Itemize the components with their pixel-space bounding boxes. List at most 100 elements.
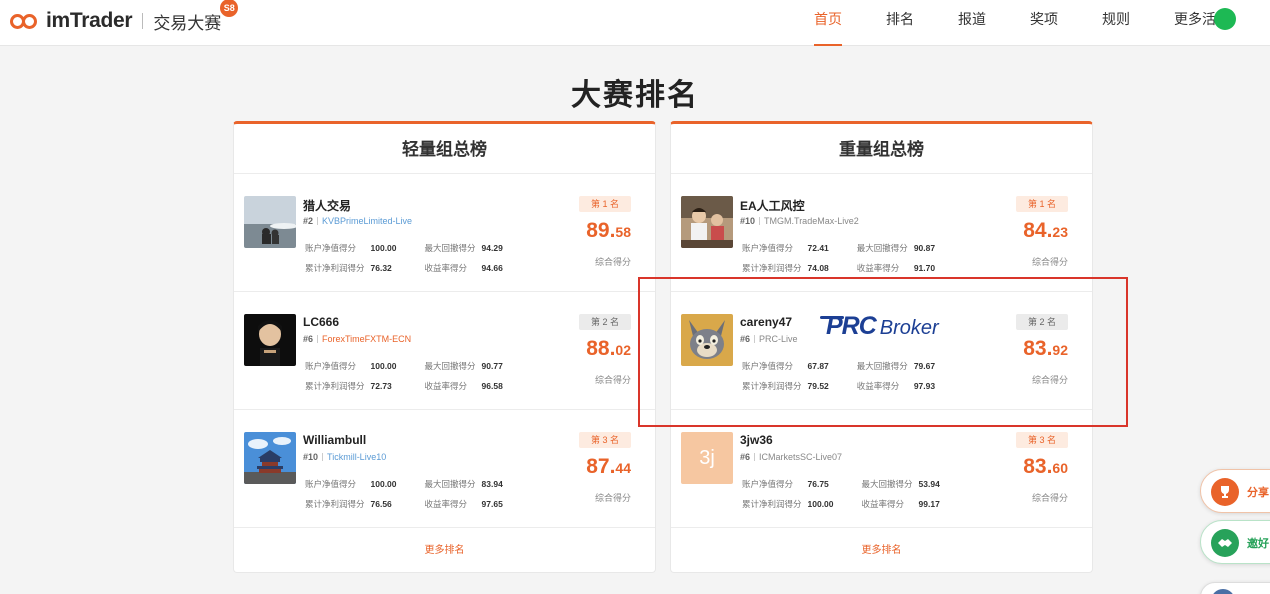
stat-label: 最大回撤得分 [861,479,913,489]
score-label: 综合得分 [1031,493,1068,503]
contest-name-text: 交易大赛 [153,13,222,33]
stat-label: 收益率得分 [424,263,468,273]
stat-label: 账户净值得分 [305,243,357,253]
rank-badge: 第 1 名 [579,196,631,212]
brand-name: imTrader [46,9,133,32]
divider [754,453,756,461]
avatar [244,432,296,484]
stat-value: 97.65 [481,499,503,509]
season-badge: S8 [220,0,239,17]
more-ranking-link[interactable]: 更多排名 [234,530,655,572]
board-row[interactable]: 猎人交易 #2 KVBPrimeLimited-Live 账户净值得分 100.00… [234,174,655,292]
account-server[interactable]: ForexTimeFXTM-ECN [322,334,411,344]
trader-number: #6 [740,452,751,462]
stat-value: 99.17 [918,499,940,509]
share-button[interactable]: 分享 [1200,469,1270,513]
score-breakdown: 账户净值得分 76.75 最大回撤得分 53.94 累计净利润得分 100.00 收益率得… [740,473,968,515]
trader-name: 3jw36 [740,433,773,447]
account-server[interactable]: TMGM.TradeMax-Live2 [764,216,859,226]
score-breakdown: 账户净值得分 100.00 最大回撤得分 90.77 累计净利润得分 72.73 收益率得… [303,355,531,397]
board-row[interactable]: EA人工风控 #10 TMGM.TradeMax-Live2 账户净值得分 72.4… [671,174,1092,292]
site-logo[interactable]: imTrader 交易大赛 S8 [10,0,239,34]
stat-label: 累计净利润得分 [305,263,365,273]
score-decimal: 23 [1052,224,1068,240]
more-ranking-link[interactable]: 更多排名 [671,530,1092,572]
stat-value: 53.94 [918,479,940,489]
stat-label: 收益率得分 [856,263,900,273]
score-integer: 87. [586,455,616,478]
share-label: 分享 [1247,487,1269,499]
trader-name: 猎人交易 [303,199,352,213]
stat-value: 94.29 [481,243,503,253]
score-integer: 88. [586,337,616,360]
trader-account: #2 KVBPrimeLimited-Live [303,216,412,226]
trader-number: #2 [303,216,314,226]
avatar-icon [1211,589,1235,594]
account-server[interactable]: ICMarketsSC-Live07 [759,452,842,462]
stat-value: 72.73 [370,381,392,391]
nav-awards[interactable]: 奖项 [1030,0,1058,46]
rank-badge: 第 3 名 [579,432,631,448]
highlight-box [638,277,1128,427]
score-breakdown: 账户净值得分 100.00 最大回撤得分 83.94 累计净利润得分 76.56 收益率得… [303,473,531,515]
stat-label: 最大回撤得分 [424,243,476,253]
board-row[interactable]: 3j 3jw36 #6 ICMarketsSC-Live07 账户净值得分 76.7… [671,410,1092,528]
nav-home[interactable]: 首页 [814,0,842,46]
stat-value: 72.41 [807,243,829,253]
divider [317,335,319,343]
nav-ranking[interactable]: 排名 [886,0,914,46]
divider [317,217,319,225]
score-label: 综合得分 [594,257,631,267]
invite-button[interactable]: 邀好 [1200,520,1270,564]
nav-reports[interactable]: 报道 [958,0,986,46]
stat-value: 83.94 [481,479,503,489]
main-nav: 首页 排名 报道 奖项 规则 更多活动 [770,0,1236,46]
account-server[interactable]: KVBPrimeLimited-Live [322,216,412,226]
score-breakdown: 账户净值得分 100.00 最大回撤得分 94.29 累计净利润得分 76.32 收益率得… [303,237,531,279]
light-group-board: 轻量组总榜 猎人交易 #2 KVBPrimeLimited-Live 账户净值得分… [233,121,656,573]
stat-label: 累计净利润得分 [305,499,365,509]
trader-name: EA人工风控 [740,199,805,213]
nav-rules[interactable]: 规则 [1102,0,1130,46]
trader-account: #10 TMGM.TradeMax-Live2 [740,216,859,226]
rank-badge: 第 1 名 [1016,196,1068,212]
total-score: 84.23 [1023,219,1068,243]
trader-number: #10 [740,216,756,226]
stat-value: 76.32 [370,263,392,273]
logo-divider [142,13,144,29]
total-score: 88.02 [586,337,631,361]
score-integer: 84. [1023,219,1053,242]
trader-number: #10 [303,452,319,462]
trader-number: #6 [303,334,314,344]
stat-value: 74.08 [807,263,829,273]
total-score: 87.44 [586,455,631,479]
board-row[interactable]: LC666 #6 ForexTimeFXTM-ECN 账户净值得分 100.00 最大… [234,292,655,410]
score-integer: 89. [586,219,616,242]
avatar [681,196,733,248]
account-server[interactable]: Tickmill-Live10 [327,452,386,462]
handshake-icon [1211,529,1239,557]
page-title: 大赛排名 [571,79,699,112]
score-label: 综合得分 [594,493,631,503]
contest-name: 交易大赛 S8 [153,0,239,34]
stat-value: 91.70 [913,263,936,273]
stat-value: 76.56 [370,499,392,509]
trader-account: #10 Tickmill-Live10 [303,452,386,462]
trader-name: Williambull [303,433,367,447]
stat-label: 最大回撤得分 [856,243,908,253]
board-row[interactable]: Williambull #10 Tickmill-Live10 账户净值得分 100… [234,410,655,528]
trader-account: #6 ForexTimeFXTM-ECN [303,334,411,344]
trophy-icon [1211,478,1239,506]
score-decimal: 60 [1052,460,1068,476]
side-button[interactable] [1200,582,1270,594]
top-navbar: imTrader 交易大赛 S8 首页 排名 报道 奖项 规则 更多活动 [0,0,1270,46]
stat-value: 100.00 [370,243,397,253]
divider [322,453,324,461]
stat-label: 账户净值得分 [742,243,794,253]
stat-label: 收益率得分 [424,499,468,509]
infinity-logo-icon [10,13,44,29]
score-integer: 83. [1023,455,1053,478]
board-title: 轻量组总榜 [234,124,655,174]
stat-label: 累计净利润得分 [742,499,802,509]
user-avatar[interactable] [1214,8,1236,30]
